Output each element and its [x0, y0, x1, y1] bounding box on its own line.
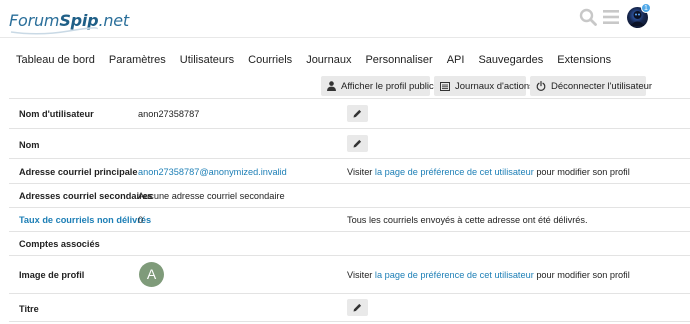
profile-picture-info: Visiter la page de préférence de cet uti… — [347, 270, 630, 280]
forum-logo[interactable]: ForumSpip.net — [9, 6, 129, 35]
pencil-icon — [353, 303, 362, 312]
username-value: anon27358787 — [138, 109, 200, 119]
table-row-profile-picture: Image de profil A Visiter la page de pré… — [9, 255, 690, 293]
user-preferences-link[interactable]: la page de préférence de cet utilisateur — [375, 270, 534, 280]
pencil-icon — [353, 109, 362, 118]
profile-picture-label: Image de profil — [19, 270, 85, 280]
header-divider — [0, 37, 690, 38]
primary-email-info: Visiter la page de préférence de cet uti… — [347, 167, 630, 177]
primary-email-label: Adresse courriel principale — [19, 167, 138, 177]
table-row-username: Nom d'utilisateur anon27358787 — [9, 98, 690, 128]
tab-users[interactable]: Utilisateurs — [173, 50, 241, 70]
admin-nav-tabs: Tableau de bord Paramètres Utilisateurs … — [9, 50, 618, 70]
tab-plugins[interactable]: Extensions — [550, 50, 618, 70]
action-logs-label: Journaux d'actions — [455, 80, 534, 92]
bounce-score-info: Tous les courriels envoyés à cette adres… — [347, 215, 588, 225]
show-public-profile-button[interactable]: Afficher le profil public — [321, 76, 434, 96]
hamburger-menu-icon[interactable] — [603, 9, 619, 25]
table-row-secondary-emails: Adresses courriel secondaires Aucune adr… — [9, 183, 690, 207]
primary-email-link[interactable]: anon27358787@anonymized.invalid — [138, 166, 287, 178]
action-logs-button[interactable]: Journaux d'actions — [434, 76, 534, 96]
profile-avatar: A — [139, 262, 164, 287]
bounce-score-link[interactable]: Taux de courriels non délivrés — [19, 214, 151, 226]
tab-customize[interactable]: Personnaliser — [358, 50, 439, 70]
table-row-bounce-score: Taux de courriels non délivrés 0 Tous le… — [9, 207, 690, 231]
tab-api[interactable]: API — [440, 50, 472, 70]
tab-backups[interactable]: Sauvegardes — [471, 50, 550, 70]
secondary-emails-value: Aucune adresse courriel secondaire — [138, 191, 285, 201]
notification-badge[interactable]: 1 — [641, 3, 651, 13]
list-alt-icon — [440, 81, 450, 91]
tab-emails[interactable]: Courriels — [241, 50, 299, 70]
show-public-profile-label: Afficher le profil public — [341, 80, 434, 92]
bounce-score-value: 0 — [138, 215, 144, 225]
edit-name-button[interactable] — [347, 135, 368, 152]
title-label: Titre — [19, 304, 39, 314]
log-out-user-button[interactable]: Déconnecter l'utilisateur — [530, 76, 652, 96]
username-label: Nom d'utilisateur — [19, 109, 94, 119]
user-icon — [327, 81, 336, 91]
table-row-associated-accounts: Comptes associés — [9, 231, 690, 255]
name-label: Nom — [19, 140, 40, 150]
search-icon[interactable] — [579, 8, 597, 26]
edit-title-button[interactable] — [347, 299, 368, 316]
user-preferences-link[interactable]: la page de préférence de cet utilisateur — [375, 167, 534, 177]
logo-swoosh-icon — [10, 27, 98, 35]
table-row-title: Titre — [9, 293, 690, 321]
secondary-emails-label: Adresses courriel secondaires — [19, 191, 153, 201]
table-row-primary-email: Adresse courriel principale anon27358787… — [9, 158, 690, 183]
power-off-icon — [536, 81, 546, 91]
associated-accounts-label: Comptes associés — [19, 239, 100, 249]
tab-dashboard[interactable]: Tableau de bord — [9, 50, 102, 70]
user-details-table: Nom d'utilisateur anon27358787 Nom Adres… — [9, 98, 690, 322]
log-out-user-label: Déconnecter l'utilisateur — [551, 80, 653, 92]
table-bottom-border — [9, 321, 690, 322]
edit-username-button[interactable] — [347, 105, 368, 122]
tab-settings[interactable]: Paramètres — [102, 50, 173, 70]
table-row-name: Nom — [9, 128, 690, 158]
pencil-icon — [353, 139, 362, 148]
site-header: ForumSpip.net 1 — [0, 0, 690, 36]
tab-logs[interactable]: Journaux — [299, 50, 358, 70]
